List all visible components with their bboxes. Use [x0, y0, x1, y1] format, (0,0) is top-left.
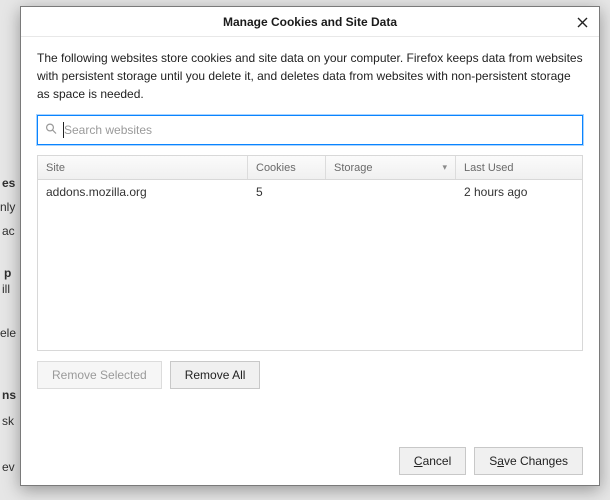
search-container	[37, 115, 583, 145]
dialog-titlebar: Manage Cookies and Site Data	[21, 7, 599, 37]
remove-selected-button: Remove Selected	[37, 361, 162, 389]
dialog-title: Manage Cookies and Site Data	[223, 15, 397, 29]
bg-fragment: ill	[2, 282, 10, 296]
bg-fragment: nly	[0, 200, 15, 214]
search-input[interactable]	[37, 115, 583, 145]
dialog-body: The following websites store cookies and…	[21, 37, 599, 485]
table-header-row: Site Cookies Storage ▾ Last Used	[38, 156, 582, 180]
row-actions: Remove Selected Remove All	[37, 361, 583, 389]
cell-last-used: 2 hours ago	[456, 185, 582, 199]
cell-site: addons.mozilla.org	[38, 185, 248, 199]
bg-fragment: ele	[0, 326, 16, 340]
close-button[interactable]	[569, 9, 595, 35]
save-changes-button[interactable]: Save Changes	[474, 447, 583, 475]
bg-fragment: ev	[2, 460, 15, 474]
dialog-description: The following websites store cookies and…	[37, 49, 583, 103]
bg-fragment: sk	[2, 414, 14, 428]
column-header-cookies[interactable]: Cookies	[248, 156, 326, 179]
table-body: addons.mozilla.org 5 2 hours ago	[38, 180, 582, 350]
sort-arrow-icon: ▾	[442, 162, 447, 173]
table-row[interactable]: addons.mozilla.org 5 2 hours ago	[38, 180, 582, 204]
remove-all-button[interactable]: Remove All	[170, 361, 261, 389]
column-header-storage[interactable]: Storage ▾	[326, 156, 456, 179]
manage-cookies-dialog: Manage Cookies and Site Data The followi…	[20, 6, 600, 486]
cancel-button[interactable]: Cancel	[399, 447, 466, 475]
bg-fragment: p	[4, 266, 11, 280]
site-data-table: Site Cookies Storage ▾ Last Used addons.…	[37, 155, 583, 351]
column-header-site[interactable]: Site	[38, 156, 248, 179]
bg-fragment: ac	[2, 224, 15, 238]
dialog-footer: Cancel Save Changes	[37, 429, 583, 475]
cell-cookies: 5	[248, 185, 326, 199]
close-icon	[577, 17, 588, 28]
column-header-last-used[interactable]: Last Used	[456, 156, 582, 179]
bg-fragment: es	[2, 176, 15, 190]
text-cursor	[63, 122, 64, 138]
bg-fragment: ns	[2, 388, 16, 402]
